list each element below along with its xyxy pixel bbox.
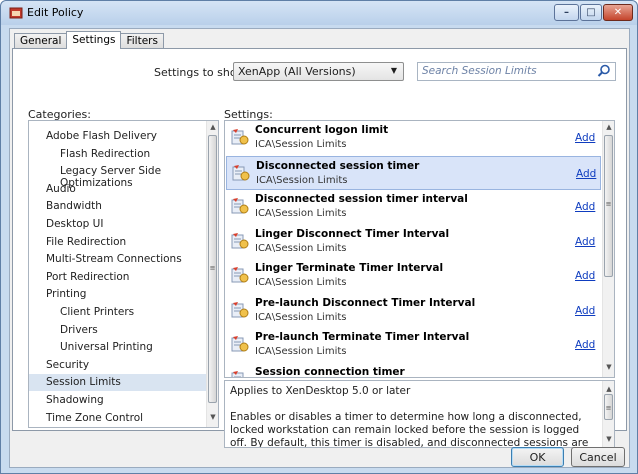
setting-row[interactable]: Disconnected session timer ICA\Session Li…	[226, 156, 601, 190]
scroll-up-icon[interactable]: ▲	[207, 123, 218, 135]
minimize-icon: –	[564, 7, 569, 18]
applies-to-text: Applies to XenDesktop 5.0 or later	[230, 385, 411, 397]
scroll-down-icon[interactable]: ▼	[603, 363, 614, 375]
setting-title: Disconnected session timer interval	[255, 193, 468, 205]
setting-row[interactable]: Linger Disconnect Timer Interval ICA\Sess…	[226, 225, 601, 259]
category-item[interactable]: Desktop UI	[29, 216, 207, 233]
selected-version: XenApp (All Versions)	[238, 65, 356, 78]
categories-scrollbar[interactable]: ▲ ≡ ▼	[206, 121, 218, 427]
scroll-thumb[interactable]: ≡	[604, 394, 613, 420]
title-bar[interactable]: Edit Policy – □ ✕	[1, 1, 637, 25]
settings-tab-page: Settings to show: XenApp (All Versions) …	[12, 48, 627, 448]
tab-filters[interactable]: Filters	[120, 33, 164, 49]
setting-icon	[231, 371, 244, 377]
setting-row[interactable]: Concurrent logon limit ICA\Session Limits…	[226, 121, 601, 155]
add-setting-link[interactable]: Add	[575, 305, 595, 317]
maximize-button[interactable]: □	[580, 4, 602, 21]
setting-title: Concurrent logon limit	[255, 124, 389, 136]
categories-list[interactable]: Adobe Flash Delivery Flash Redirection Leg…	[28, 120, 219, 428]
scroll-thumb[interactable]: ≡	[604, 135, 613, 277]
add-setting-link[interactable]: Add	[575, 270, 595, 282]
cancel-button[interactable]: Cancel	[571, 447, 625, 467]
add-setting-link[interactable]: Add	[575, 236, 595, 248]
add-setting-link[interactable]: Add	[575, 132, 595, 144]
category-item[interactable]: Client Printers	[29, 304, 207, 321]
settings-list[interactable]: Concurrent logon limit ICA\Session Limits…	[224, 120, 615, 378]
scroll-thumb[interactable]: ≡	[208, 135, 217, 403]
policy-icon	[9, 7, 23, 19]
dialog-client-area: General Settings Filters Settings to sho…	[9, 28, 630, 468]
setting-title: Pre-launch Disconnect Timer Interval	[255, 297, 476, 309]
scroll-down-icon[interactable]: ▼	[207, 413, 218, 425]
close-icon: ✕	[613, 7, 623, 18]
category-item[interactable]: Audio	[29, 181, 207, 198]
tab-strip: General Settings Filters	[14, 31, 164, 49]
category-item[interactable]: Security	[29, 357, 207, 374]
setting-title: Disconnected session timer	[256, 160, 420, 172]
setting-icon	[231, 198, 249, 214]
category-item[interactable]: Port Redirection	[29, 269, 207, 286]
setting-row[interactable]: Session connection timer	[226, 363, 601, 378]
category-item[interactable]: Multi-Stream Connections	[29, 251, 207, 268]
setting-icon	[231, 302, 249, 318]
ok-button[interactable]: OK	[511, 447, 564, 467]
category-item[interactable]: TWAIN Devices	[29, 427, 207, 428]
search-icon[interactable]	[597, 64, 611, 78]
setting-path: ICA\Session Limits	[255, 346, 347, 357]
minimize-button[interactable]: –	[554, 4, 579, 21]
scroll-up-icon[interactable]: ▲	[603, 123, 614, 135]
setting-icon	[231, 233, 249, 249]
setting-title: Pre-launch Terminate Timer Interval	[255, 331, 470, 343]
settings-to-show-select[interactable]: XenApp (All Versions) ▼	[233, 62, 404, 81]
category-item[interactable]: Flash Redirection	[29, 146, 207, 163]
add-setting-link[interactable]: Add	[575, 201, 595, 213]
maximize-icon: □	[586, 7, 596, 18]
close-button[interactable]: ✕	[603, 4, 633, 21]
category-item[interactable]: Shadowing	[29, 392, 207, 409]
window-title: Edit Policy	[27, 6, 84, 19]
setting-icon	[231, 129, 249, 145]
category-item[interactable]: Universal Printing	[29, 339, 207, 356]
setting-path: ICA\Session Limits	[255, 243, 347, 254]
setting-title: Linger Disconnect Timer Interval	[255, 228, 450, 240]
category-item[interactable]: File Redirection	[29, 234, 207, 251]
category-item[interactable]: Time Zone Control	[29, 410, 207, 427]
setting-row[interactable]: Pre-launch Terminate Timer Interval ICA\S…	[226, 328, 601, 362]
setting-title: Linger Terminate Timer Interval	[255, 262, 444, 274]
setting-path: ICA\Session Limits	[255, 208, 347, 219]
setting-path: ICA\Session Limits	[255, 139, 347, 150]
settings-scrollbar[interactable]: ▲ ≡ ▼	[602, 121, 614, 377]
description-scrollbar[interactable]: ▲ ≡ ▼	[602, 381, 614, 447]
category-item[interactable]: Drivers	[29, 322, 207, 339]
category-item[interactable]: Legacy Server Side Optimizations	[29, 163, 207, 189]
search-placeholder: Search Session Limits	[422, 65, 537, 77]
tab-general[interactable]: General	[14, 33, 68, 49]
category-item[interactable]: Bandwidth	[29, 198, 207, 215]
setting-title: Session connection timer	[255, 366, 405, 378]
search-input[interactable]: Search Session Limits	[417, 62, 616, 81]
setting-icon	[232, 165, 250, 181]
setting-path: ICA\Session Limits	[256, 175, 348, 186]
setting-row[interactable]: Pre-launch Disconnect Timer Interval ICA\…	[226, 294, 601, 328]
tab-settings[interactable]: Settings	[66, 31, 122, 49]
setting-path: ICA\Session Limits	[255, 277, 347, 288]
edit-policy-window: Edit Policy – □ ✕ General Settings Filte…	[0, 0, 638, 474]
category-item[interactable]: Printing	[29, 286, 207, 303]
setting-path: ICA\Session Limits	[255, 312, 347, 323]
add-setting-link[interactable]: Add	[575, 339, 595, 351]
description-text: Enables or disables a timer to determine…	[230, 411, 589, 448]
chevron-down-icon: ▼	[390, 66, 397, 75]
setting-icon	[231, 336, 249, 352]
setting-description: Applies to XenDesktop 5.0 or later Enabl…	[224, 380, 615, 448]
setting-row[interactable]: Linger Terminate Timer Interval ICA\Sessi…	[226, 259, 601, 293]
category-item[interactable]: Session Limits	[29, 374, 207, 391]
add-setting-link[interactable]: Add	[576, 168, 596, 180]
setting-row[interactable]: Disconnected session timer interval ICA\S…	[226, 190, 601, 224]
setting-icon	[231, 267, 249, 283]
category-item[interactable]: Adobe Flash Delivery	[29, 128, 207, 145]
scroll-down-icon[interactable]: ▼	[603, 433, 614, 445]
